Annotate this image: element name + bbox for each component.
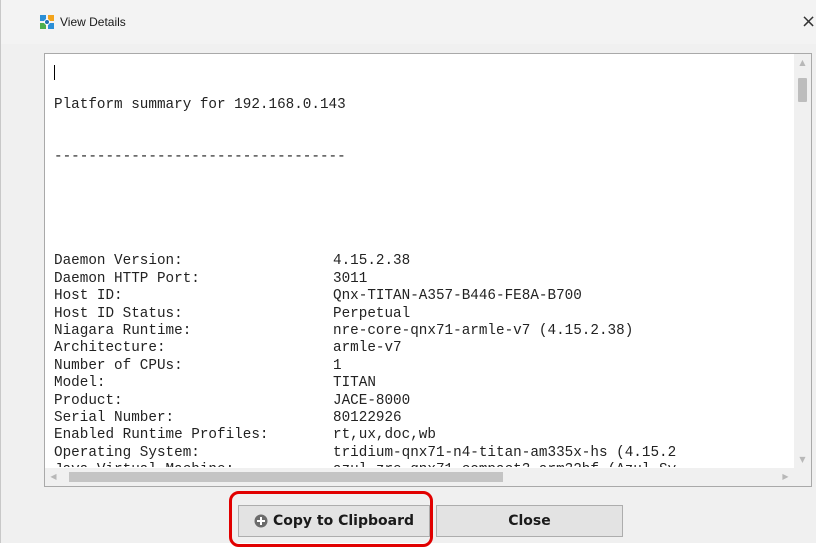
summary-row: Number of CPUs: 1 — [54, 358, 794, 375]
summary-row-label: Java Virtual Machine: — [54, 462, 333, 467]
summary-row-value: 3011 — [333, 270, 368, 287]
details-text-area[interactable]: Platform summary for 192.168.0.143 -----… — [44, 53, 812, 487]
title-bar[interactable]: View Details × — [1, 0, 816, 44]
summary-row-label: Daemon HTTP Port: — [54, 270, 200, 287]
summary-row: Daemon HTTP Port: 3011 — [54, 271, 794, 288]
window-title: View Details — [60, 15, 126, 29]
summary-row-value: nre-core-qnx71-armle-v7 (4.15.2.38) — [333, 322, 634, 339]
scroll-down-arrow-icon[interactable]: ▼ — [794, 451, 811, 468]
vertical-scrollbar[interactable]: ▲ ▼ — [794, 54, 811, 468]
summary-row: Niagara Runtime: nre-core-qnx71-armle-v7 … — [54, 323, 794, 340]
scroll-right-arrow-icon[interactable]: ▶ — [777, 468, 794, 486]
summary-row-label: Operating System: — [54, 444, 200, 461]
summary-row-label: Niagara Runtime: — [54, 322, 192, 339]
summary-row: Host ID: Qnx-TITAN-A357-B446-FE8A-B700 — [54, 288, 794, 305]
summary-row: Daemon Version: 4.15.2.38 — [54, 253, 794, 270]
summary-row-value: 1 — [333, 357, 342, 374]
summary-row-value: rt,ux,doc,wb — [333, 427, 436, 444]
summary-row-label: Daemon Version: — [54, 253, 183, 270]
scroll-left-arrow-icon[interactable]: ◀ — [45, 468, 62, 486]
vertical-scroll-thumb[interactable] — [798, 78, 807, 102]
summary-row: Java Virtual Machine:azul-zre-qnx71-comp… — [54, 462, 794, 467]
summary-row-value: Qnx-TITAN-A357-B446-FE8A-B700 — [333, 288, 582, 305]
summary-divider: ---------------------------------- — [54, 149, 346, 166]
summary-row-value: armle-v7 — [333, 340, 402, 357]
summary-row-label: Host ID Status: — [54, 305, 183, 322]
view-details-dialog: View Details × Platform summary for 192.… — [0, 0, 816, 547]
horizontal-scroll-thumb[interactable] — [69, 472, 503, 482]
summary-row: Operating System: tridium-qnx71-n4-titan-… — [54, 445, 794, 462]
summary-row: Serial Number: 80122926 — [54, 410, 794, 427]
summary-row: Model: TITAN — [54, 375, 794, 392]
niagara-app-icon — [40, 15, 54, 29]
scroll-up-arrow-icon[interactable]: ▲ — [794, 54, 811, 71]
summary-row-label: Architecture: — [54, 340, 166, 357]
summary-row-value: tridium-qnx71-n4-titan-am335x-hs (4.15.2 — [333, 444, 677, 461]
summary-row-label: Product: — [54, 392, 123, 409]
horizontal-scrollbar[interactable]: ◀ ▶ — [45, 468, 794, 486]
close-button-label: Close — [508, 513, 551, 529]
summary-row-label: Host ID: — [54, 288, 123, 305]
summary-row: Product: JACE-8000 — [54, 393, 794, 410]
summary-rows: Daemon Version: 4.15.2.38 Daemon HTTP Port… — [54, 253, 794, 467]
summary-row-value: Perpetual — [333, 305, 411, 322]
summary-row: Architecture: armle-v7 — [54, 340, 794, 357]
close-button[interactable]: Close — [436, 505, 623, 537]
highlight-annotation — [229, 491, 433, 547]
summary-row: Enabled Runtime Profiles: rt,ux,doc,wb — [54, 427, 794, 444]
summary-row-value: 80122926 — [333, 409, 402, 426]
summary-row-label: Model: — [54, 375, 106, 392]
details-text: Platform summary for 192.168.0.143 -----… — [54, 62, 794, 467]
scrollbar-corner — [794, 468, 811, 486]
summary-row-label: Enabled Runtime Profiles: — [54, 427, 269, 444]
summary-row-label: Serial Number: — [54, 409, 175, 426]
summary-row: Host ID Status: Perpetual — [54, 306, 794, 323]
summary-row-value: JACE-8000 — [333, 392, 411, 409]
close-icon[interactable]: × — [801, 9, 816, 35]
summary-row-value: azul-zre-qnx71-compact3-arm32hf (Azul Sy — [333, 462, 676, 467]
summary-row-label: Number of CPUs: — [54, 357, 183, 374]
summary-heading: Platform summary for 192.168.0.143 — [54, 96, 346, 113]
summary-row-value: TITAN — [333, 375, 376, 392]
summary-row-value: 4.15.2.38 — [333, 253, 411, 270]
